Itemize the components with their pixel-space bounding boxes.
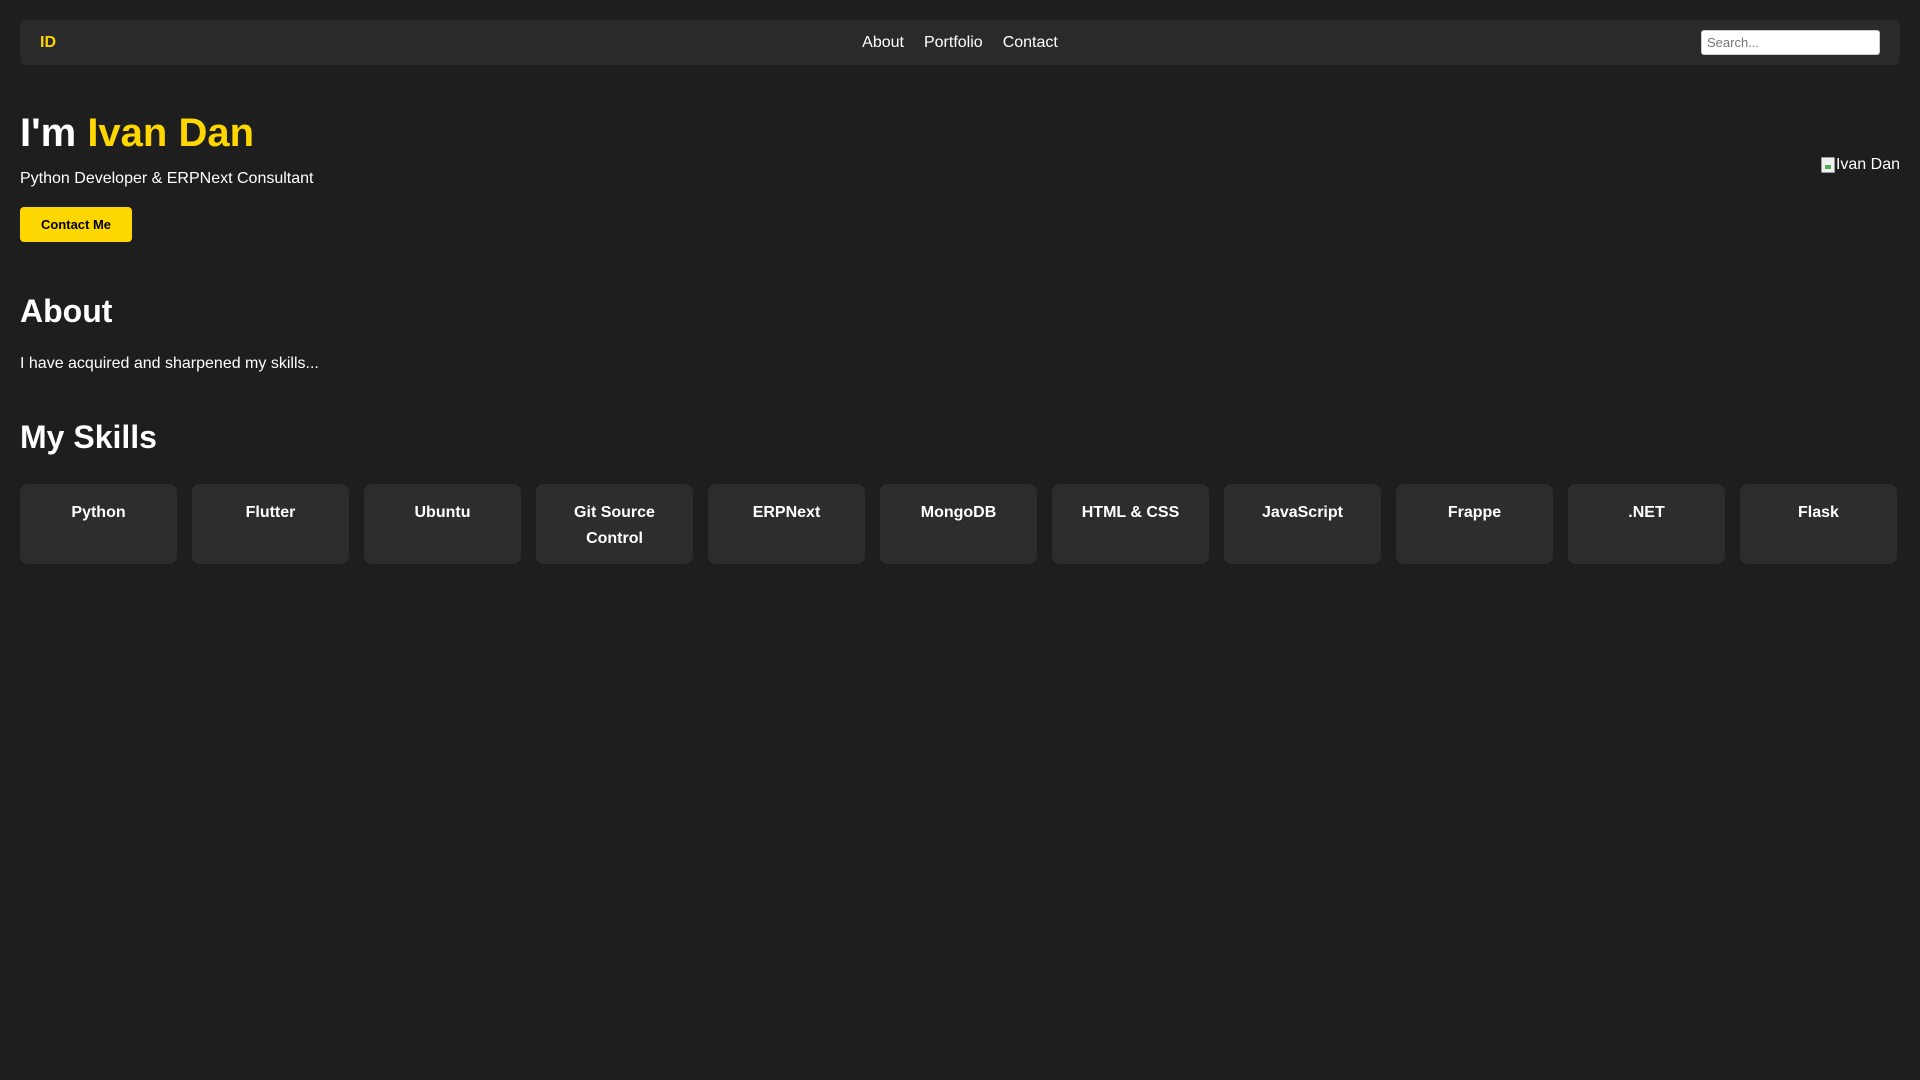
skill-card-ubuntu: Ubuntu xyxy=(364,484,521,564)
skills-grid: Python Flutter Ubuntu Git Source Control… xyxy=(20,484,1900,564)
about-section: About I have acquired and sharpened my s… xyxy=(20,293,1900,374)
skill-card-frappe: Frappe xyxy=(1396,484,1553,564)
skills-title: My Skills xyxy=(20,419,157,455)
skill-card-html-css: HTML & CSS xyxy=(1052,484,1209,564)
hero-greeting: I'm xyxy=(20,111,88,155)
skill-card-git: Git Source Control xyxy=(536,484,693,564)
page: ID About Portfolio Contact I'm Ivan Dan … xyxy=(0,0,1920,1080)
profile-image: Ivan Dan xyxy=(1820,156,1900,174)
logo[interactable]: ID xyxy=(40,34,56,52)
skill-card-flutter: Flutter xyxy=(192,484,349,564)
search-input[interactable] xyxy=(1701,30,1880,55)
about-title: About xyxy=(20,293,113,329)
hero-name: Ivan Dan xyxy=(87,111,255,155)
skills-section: My Skills Python Flutter Ubuntu Git Sour… xyxy=(20,419,1900,564)
about-text: I have acquired and sharpened my skills.… xyxy=(20,355,319,372)
skill-card-flask: Flask xyxy=(1740,484,1897,564)
nav-link-about[interactable]: About xyxy=(862,34,904,52)
nav-links: About Portfolio Contact xyxy=(862,20,1058,65)
skill-card-javascript: JavaScript xyxy=(1224,484,1381,564)
skill-card-dotnet: .NET xyxy=(1568,484,1725,564)
contact-me-button[interactable]: Contact Me xyxy=(20,207,132,242)
broken-image-icon xyxy=(1820,157,1835,173)
skill-card-python: Python xyxy=(20,484,177,564)
profile-image-alt: Ivan Dan xyxy=(1835,156,1900,173)
skill-card-mongodb: MongoDB xyxy=(880,484,1037,564)
hero-section: I'm Ivan Dan Python Developer & ERPNext … xyxy=(20,110,1900,242)
hero-subtitle: Python Developer & ERPNext Consultant xyxy=(20,170,314,187)
nav-link-contact[interactable]: Contact xyxy=(1003,34,1058,52)
skill-card-erpnext: ERPNext xyxy=(708,484,865,564)
navbar: ID About Portfolio Contact xyxy=(20,20,1900,65)
hero-title: I'm Ivan Dan xyxy=(20,110,1900,157)
nav-link-portfolio[interactable]: Portfolio xyxy=(924,34,983,52)
